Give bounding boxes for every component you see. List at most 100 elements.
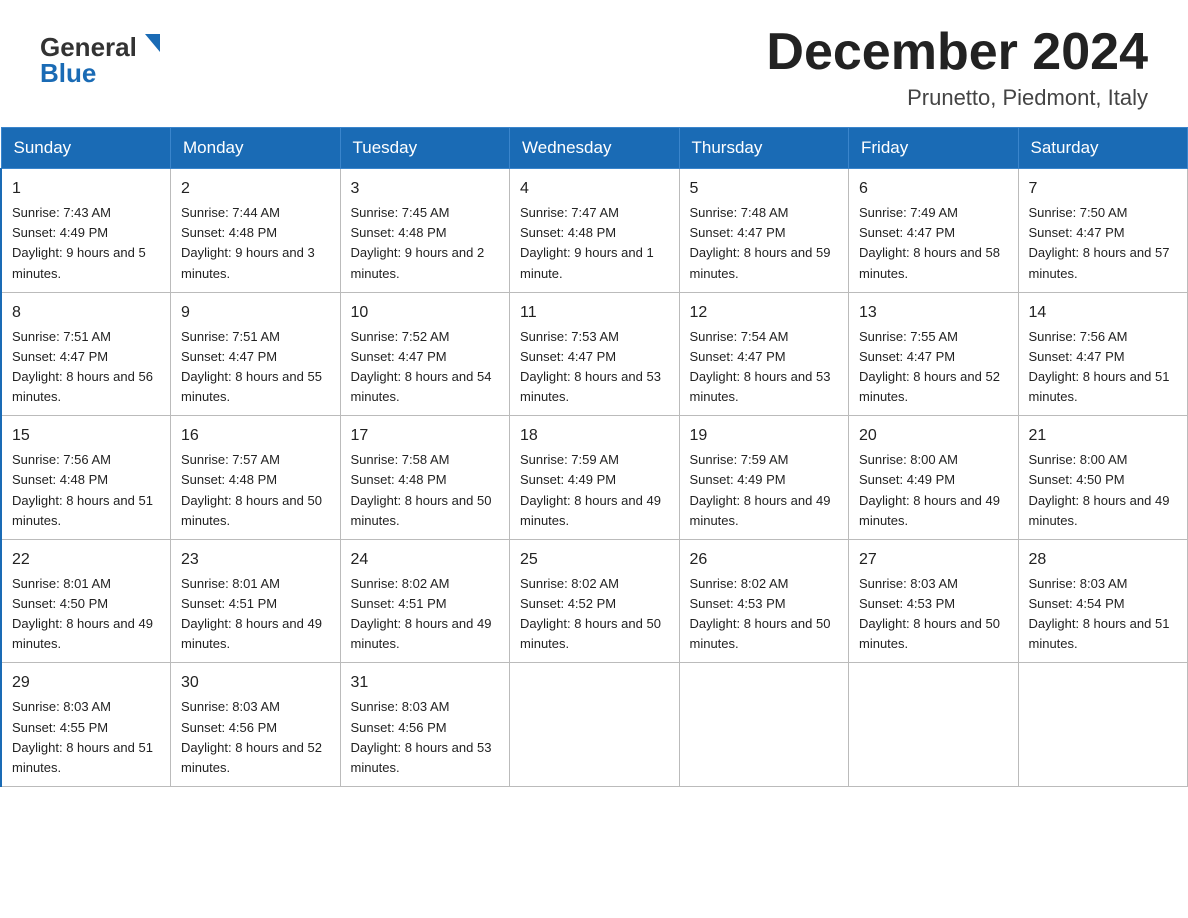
day-number: 10 — [351, 301, 500, 325]
day-cell — [1018, 663, 1188, 787]
logo-svg: General Blue — [40, 24, 170, 94]
day-info: Sunrise: 7:56 AMSunset: 4:47 PMDaylight:… — [1029, 327, 1178, 408]
main-title: December 2024 — [766, 24, 1148, 81]
day-number: 18 — [520, 424, 669, 448]
day-info: Sunrise: 8:03 AMSunset: 4:53 PMDaylight:… — [859, 574, 1008, 655]
day-cell: 30Sunrise: 8:03 AMSunset: 4:56 PMDayligh… — [171, 663, 341, 787]
day-number: 14 — [1029, 301, 1178, 325]
day-number: 29 — [12, 671, 160, 695]
day-number: 11 — [520, 301, 669, 325]
day-cell — [510, 663, 680, 787]
day-number: 12 — [690, 301, 839, 325]
day-cell: 8Sunrise: 7:51 AMSunset: 4:47 PMDaylight… — [1, 292, 171, 416]
day-cell: 17Sunrise: 7:58 AMSunset: 4:48 PMDayligh… — [340, 416, 510, 540]
day-info: Sunrise: 7:50 AMSunset: 4:47 PMDaylight:… — [1029, 203, 1178, 284]
day-number: 22 — [12, 548, 160, 572]
day-number: 13 — [859, 301, 1008, 325]
day-cell: 4Sunrise: 7:47 AMSunset: 4:48 PMDaylight… — [510, 169, 680, 293]
day-cell: 1Sunrise: 7:43 AMSunset: 4:49 PMDaylight… — [1, 169, 171, 293]
day-info: Sunrise: 8:00 AMSunset: 4:50 PMDaylight:… — [1029, 450, 1178, 531]
day-number: 24 — [351, 548, 500, 572]
day-info: Sunrise: 7:51 AMSunset: 4:47 PMDaylight:… — [181, 327, 330, 408]
day-number: 16 — [181, 424, 330, 448]
day-number: 3 — [351, 177, 500, 201]
day-info: Sunrise: 7:51 AMSunset: 4:47 PMDaylight:… — [12, 327, 160, 408]
day-info: Sunrise: 8:01 AMSunset: 4:50 PMDaylight:… — [12, 574, 160, 655]
day-cell: 31Sunrise: 8:03 AMSunset: 4:56 PMDayligh… — [340, 663, 510, 787]
day-info: Sunrise: 7:57 AMSunset: 4:48 PMDaylight:… — [181, 450, 330, 531]
day-number: 2 — [181, 177, 330, 201]
day-info: Sunrise: 8:00 AMSunset: 4:49 PMDaylight:… — [859, 450, 1008, 531]
calendar-table: SundayMondayTuesdayWednesdayThursdayFrid… — [0, 127, 1188, 787]
day-info: Sunrise: 8:03 AMSunset: 4:54 PMDaylight:… — [1029, 574, 1178, 655]
day-number: 7 — [1029, 177, 1178, 201]
day-number: 19 — [690, 424, 839, 448]
day-info: Sunrise: 7:49 AMSunset: 4:47 PMDaylight:… — [859, 203, 1008, 284]
day-cell — [849, 663, 1019, 787]
day-cell: 23Sunrise: 8:01 AMSunset: 4:51 PMDayligh… — [171, 539, 341, 663]
day-cell: 3Sunrise: 7:45 AMSunset: 4:48 PMDaylight… — [340, 169, 510, 293]
day-info: Sunrise: 7:43 AMSunset: 4:49 PMDaylight:… — [12, 203, 160, 284]
week-row-2: 8Sunrise: 7:51 AMSunset: 4:47 PMDaylight… — [1, 292, 1188, 416]
day-info: Sunrise: 7:53 AMSunset: 4:47 PMDaylight:… — [520, 327, 669, 408]
day-number: 4 — [520, 177, 669, 201]
day-info: Sunrise: 8:03 AMSunset: 4:56 PMDaylight:… — [351, 697, 500, 778]
day-cell: 22Sunrise: 8:01 AMSunset: 4:50 PMDayligh… — [1, 539, 171, 663]
day-info: Sunrise: 7:59 AMSunset: 4:49 PMDaylight:… — [520, 450, 669, 531]
day-header-friday: Friday — [849, 128, 1019, 169]
day-cell: 21Sunrise: 8:00 AMSunset: 4:50 PMDayligh… — [1018, 416, 1188, 540]
day-header-saturday: Saturday — [1018, 128, 1188, 169]
day-cell: 10Sunrise: 7:52 AMSunset: 4:47 PMDayligh… — [340, 292, 510, 416]
day-info: Sunrise: 8:01 AMSunset: 4:51 PMDaylight:… — [181, 574, 330, 655]
day-cell: 16Sunrise: 7:57 AMSunset: 4:48 PMDayligh… — [171, 416, 341, 540]
day-number: 26 — [690, 548, 839, 572]
logo-area: General Blue — [40, 24, 170, 94]
day-info: Sunrise: 7:58 AMSunset: 4:48 PMDaylight:… — [351, 450, 500, 531]
week-row-1: 1Sunrise: 7:43 AMSunset: 4:49 PMDaylight… — [1, 169, 1188, 293]
day-info: Sunrise: 7:56 AMSunset: 4:48 PMDaylight:… — [12, 450, 160, 531]
svg-text:Blue: Blue — [40, 58, 96, 88]
day-info: Sunrise: 7:48 AMSunset: 4:47 PMDaylight:… — [690, 203, 839, 284]
day-info: Sunrise: 8:03 AMSunset: 4:56 PMDaylight:… — [181, 697, 330, 778]
day-info: Sunrise: 7:45 AMSunset: 4:48 PMDaylight:… — [351, 203, 500, 284]
day-cell: 13Sunrise: 7:55 AMSunset: 4:47 PMDayligh… — [849, 292, 1019, 416]
day-number: 23 — [181, 548, 330, 572]
day-cell: 26Sunrise: 8:02 AMSunset: 4:53 PMDayligh… — [679, 539, 849, 663]
day-cell: 5Sunrise: 7:48 AMSunset: 4:47 PMDaylight… — [679, 169, 849, 293]
day-cell: 15Sunrise: 7:56 AMSunset: 4:48 PMDayligh… — [1, 416, 171, 540]
day-cell: 14Sunrise: 7:56 AMSunset: 4:47 PMDayligh… — [1018, 292, 1188, 416]
week-row-5: 29Sunrise: 8:03 AMSunset: 4:55 PMDayligh… — [1, 663, 1188, 787]
day-info: Sunrise: 7:52 AMSunset: 4:47 PMDaylight:… — [351, 327, 500, 408]
day-cell — [679, 663, 849, 787]
day-info: Sunrise: 8:02 AMSunset: 4:53 PMDaylight:… — [690, 574, 839, 655]
week-row-3: 15Sunrise: 7:56 AMSunset: 4:48 PMDayligh… — [1, 416, 1188, 540]
day-number: 28 — [1029, 548, 1178, 572]
day-header-tuesday: Tuesday — [340, 128, 510, 169]
day-cell: 19Sunrise: 7:59 AMSunset: 4:49 PMDayligh… — [679, 416, 849, 540]
day-number: 20 — [859, 424, 1008, 448]
day-number: 25 — [520, 548, 669, 572]
day-number: 30 — [181, 671, 330, 695]
day-cell: 27Sunrise: 8:03 AMSunset: 4:53 PMDayligh… — [849, 539, 1019, 663]
day-number: 27 — [859, 548, 1008, 572]
day-cell: 25Sunrise: 8:02 AMSunset: 4:52 PMDayligh… — [510, 539, 680, 663]
day-cell: 7Sunrise: 7:50 AMSunset: 4:47 PMDaylight… — [1018, 169, 1188, 293]
day-cell: 29Sunrise: 8:03 AMSunset: 4:55 PMDayligh… — [1, 663, 171, 787]
day-header-monday: Monday — [171, 128, 341, 169]
day-info: Sunrise: 7:44 AMSunset: 4:48 PMDaylight:… — [181, 203, 330, 284]
day-header-sunday: Sunday — [1, 128, 171, 169]
day-number: 1 — [12, 177, 160, 201]
header: General Blue December 2024 Prunetto, Pie… — [0, 0, 1188, 127]
day-cell: 2Sunrise: 7:44 AMSunset: 4:48 PMDaylight… — [171, 169, 341, 293]
day-header-thursday: Thursday — [679, 128, 849, 169]
day-cell: 24Sunrise: 8:02 AMSunset: 4:51 PMDayligh… — [340, 539, 510, 663]
day-cell: 11Sunrise: 7:53 AMSunset: 4:47 PMDayligh… — [510, 292, 680, 416]
day-number: 31 — [351, 671, 500, 695]
day-number: 17 — [351, 424, 500, 448]
day-info: Sunrise: 7:55 AMSunset: 4:47 PMDaylight:… — [859, 327, 1008, 408]
day-number: 21 — [1029, 424, 1178, 448]
day-number: 9 — [181, 301, 330, 325]
title-area: December 2024 Prunetto, Piedmont, Italy — [766, 24, 1148, 111]
day-cell: 9Sunrise: 7:51 AMSunset: 4:47 PMDaylight… — [171, 292, 341, 416]
day-cell: 28Sunrise: 8:03 AMSunset: 4:54 PMDayligh… — [1018, 539, 1188, 663]
